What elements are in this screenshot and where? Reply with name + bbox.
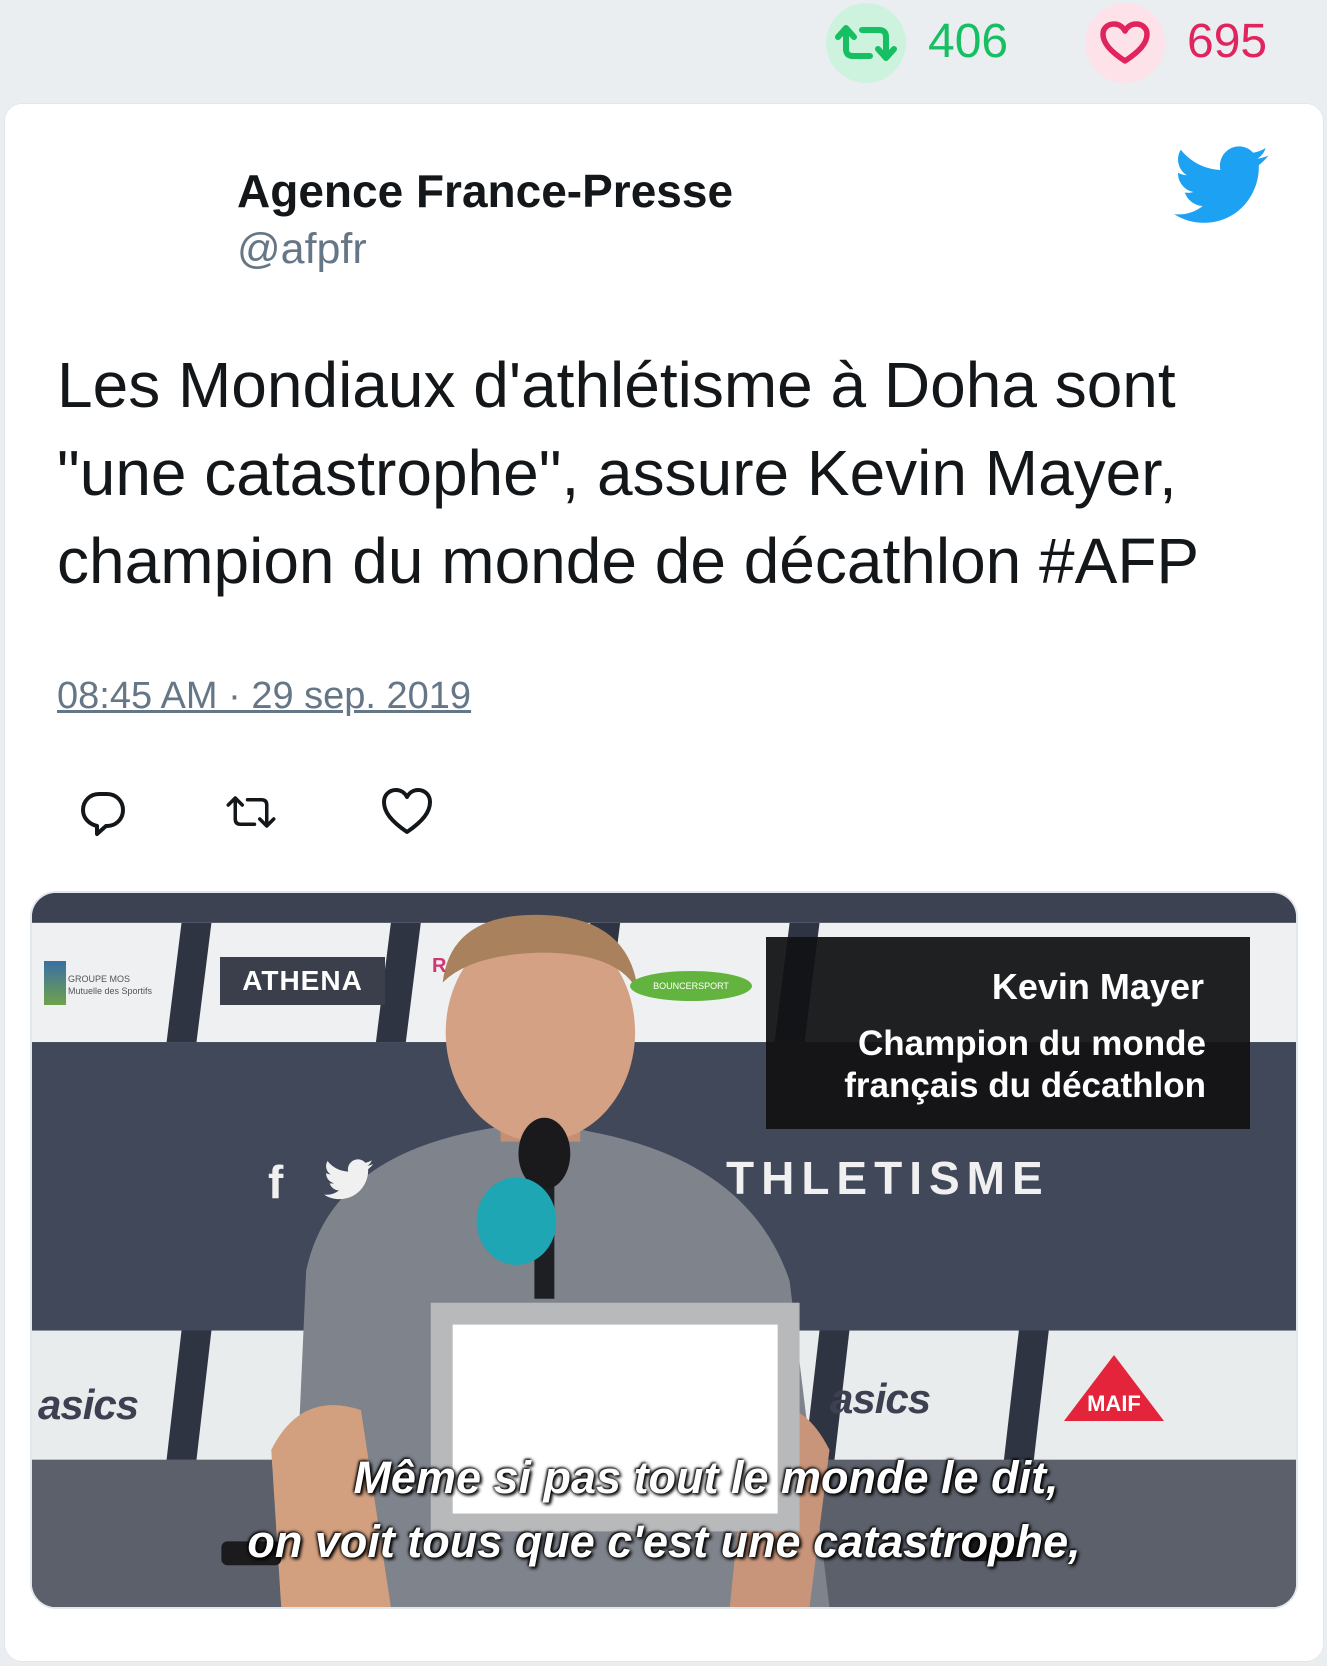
retweet-icon[interactable]	[223, 784, 279, 840]
heart-icon[interactable]	[379, 784, 435, 840]
sponsor-groupe-title: GROUPE MOS	[68, 974, 131, 984]
sponsor-asics-logo-left: asics	[38, 1381, 139, 1428]
author-handle[interactable]: @afpfr	[237, 224, 367, 274]
tweet-video[interactable]: GROUPE MOS Mutuelle des Sportifs ATHENA …	[30, 891, 1298, 1609]
speaker-role: Champion du monde français du décathlon	[844, 1023, 1206, 1107]
sponsor-green-logo: BOUNCERSPORT	[630, 971, 752, 1001]
sponsor-groupe-logo: GROUPE MOS Mutuelle des Sportifs	[38, 955, 178, 1015]
retweet-icon[interactable]	[826, 3, 906, 83]
sponsor-pink-logo: R	[432, 955, 447, 977]
speaker-role-line1: Champion du monde	[857, 1024, 1206, 1063]
sponsor-maif-logo: MAIF	[1064, 1355, 1164, 1421]
tweet-text: Les Mondiaux d'athlétisme à Doha sont "u…	[57, 349, 1200, 597]
reply-icon[interactable]	[75, 784, 131, 840]
groupe-logo-mark	[44, 961, 66, 1005]
video-subtitle-line1: Même si pas tout le monde le dit,	[353, 1452, 1059, 1503]
sponsor-athena-logo: ATHENA	[220, 957, 385, 1005]
facebook-icon: f	[268, 1156, 284, 1208]
engagement-stats: 406 695	[0, 0, 1327, 100]
sponsor-asics-logo-right: asics	[830, 1375, 931, 1422]
twitter-bird-icon	[324, 1159, 374, 1200]
retweet-count: 406	[928, 15, 1009, 68]
video-subtitle-line2: on voit tous que c'est une catastrophe,	[247, 1516, 1081, 1567]
maif-logo-text: MAIF	[1087, 1391, 1141, 1416]
sponsor-groupe-subtitle: Mutuelle des Sportifs	[68, 986, 153, 996]
speaker-name: Kevin Mayer	[991, 966, 1204, 1007]
author-name[interactable]: Agence France-Presse	[237, 164, 733, 218]
like-count: 695	[1187, 15, 1268, 68]
backdrop-athletisme-text: THLETISME	[726, 1152, 1050, 1204]
speaker-caption: Kevin Mayer Champion du monde français d…	[766, 937, 1250, 1129]
tweet-card: Agence France-Presse @afpfr Les Mondiaux…	[4, 103, 1324, 1662]
heart-icon[interactable]	[1085, 3, 1165, 83]
tweet-timestamp[interactable]: 08:45 AM · 29 sep. 2019	[57, 674, 471, 718]
twitter-bird-icon[interactable]	[1173, 146, 1271, 226]
speaker-role-line2: français du décathlon	[844, 1066, 1206, 1105]
